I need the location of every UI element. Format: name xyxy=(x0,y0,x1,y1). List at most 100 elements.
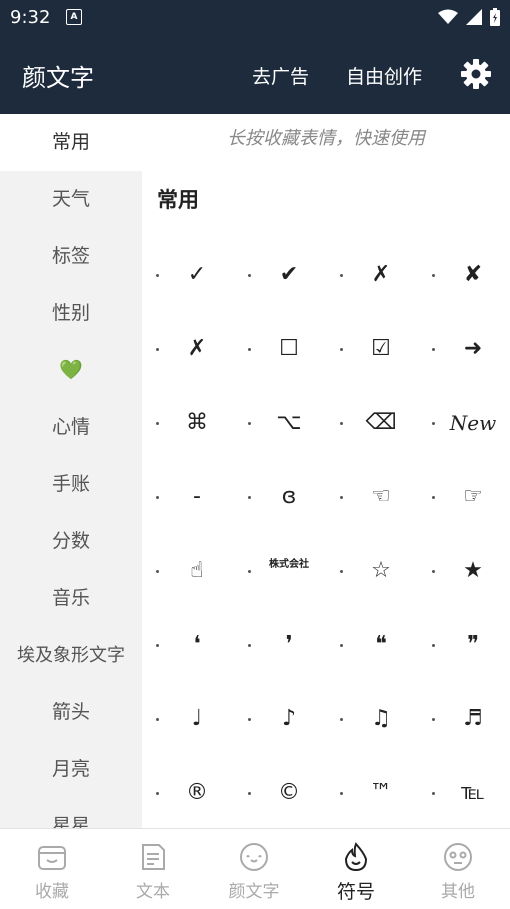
symbol-cell[interactable]: ♫ xyxy=(326,682,418,756)
bullet-dot xyxy=(340,496,343,499)
sidebar-item-heart[interactable]: 💚 xyxy=(0,342,142,399)
bullet-dot xyxy=(432,496,435,499)
bullet-dot xyxy=(340,570,343,573)
bullet-dot xyxy=(340,348,343,351)
symbol-cell[interactable]: ★ xyxy=(418,534,510,608)
symbol-cell[interactable]: ♬ xyxy=(418,682,510,756)
symbol-glyph: ♪ xyxy=(281,706,297,731)
symbol-cell[interactable]: ✗ xyxy=(142,312,234,386)
symbol-glyph: 株式会社 xyxy=(269,559,309,570)
symbol-cell[interactable]: ♩ xyxy=(142,682,234,756)
bullet-dot xyxy=(340,644,343,647)
symbol-cell[interactable]: ✘ xyxy=(418,238,510,312)
symbol-cell[interactable]: ⌫ xyxy=(326,386,418,460)
notification-icon: A xyxy=(66,9,82,25)
symbol-cell[interactable]: ☐ xyxy=(234,312,326,386)
symbol-glyph: New xyxy=(449,411,497,435)
symbol-cell[interactable]: ™ xyxy=(326,756,418,828)
symbol-row: ❛ ❜ ❝ ❞ xyxy=(142,608,510,682)
tab-symbols[interactable]: 符号 xyxy=(306,829,406,909)
sidebar-item-tags[interactable]: 标签 xyxy=(0,228,142,285)
symbol-cell[interactable]: 株式会社 xyxy=(234,534,326,608)
sidebar-item-fractions[interactable]: 分数 xyxy=(0,513,142,570)
sidebar-item-arrows[interactable]: 箭头 xyxy=(0,684,142,741)
tab-favorites[interactable]: 收藏 xyxy=(2,829,102,909)
bullet-dot xyxy=(248,348,251,351)
bullet-dot xyxy=(432,422,435,425)
symbol-row: ® © ™ ℡ xyxy=(142,756,510,828)
gear-icon[interactable] xyxy=(460,58,492,90)
symbol-cell[interactable]: ɞ xyxy=(234,460,326,534)
sidebar-item-weather[interactable]: 天气 xyxy=(0,171,142,228)
symbol-glyph: ⌘ xyxy=(186,410,208,435)
bullet-dot xyxy=(156,792,159,795)
bullet-dot xyxy=(248,718,251,721)
symbol-cell[interactable]: ❞ xyxy=(418,608,510,682)
bullet-dot xyxy=(248,570,251,573)
symbol-glyph: © xyxy=(278,780,300,805)
symbol-cell[interactable]: ☝ xyxy=(142,534,234,608)
symbol-cell[interactable]: New xyxy=(418,386,510,460)
tab-label: 文本 xyxy=(136,882,170,902)
wifi-icon xyxy=(438,9,458,24)
symbol-cell[interactable]: © xyxy=(234,756,326,828)
app-title: 颜文字 xyxy=(22,64,94,92)
sidebar-item-journal[interactable]: 手账 xyxy=(0,456,142,513)
bullet-dot xyxy=(340,792,343,795)
bullet-dot xyxy=(432,644,435,647)
sidebar-item-music[interactable]: 音乐 xyxy=(0,570,142,627)
symbol-cell[interactable]: ❜ xyxy=(234,608,326,682)
sidebar-item-hieroglyphs[interactable]: 埃及象形文字 xyxy=(0,627,142,684)
section-title: 常用 xyxy=(157,188,199,212)
symbol-cell[interactable]: ☜ xyxy=(326,460,418,534)
symbol-glyph: ® xyxy=(186,780,208,805)
symbol-glyph: ✓ xyxy=(187,262,207,287)
symbol-row: ⌘ ⌥ ⌫ New xyxy=(142,386,510,460)
symbol-glyph: ✘ xyxy=(463,262,483,287)
app-bar: 颜文字 去广告 自由创作 xyxy=(0,36,510,114)
remove-ads-button[interactable]: 去广告 xyxy=(252,62,309,89)
tab-text[interactable]: 文本 xyxy=(103,829,203,909)
tab-kaomoji[interactable]: 颜文字 xyxy=(204,829,304,909)
sidebar-item-stars[interactable]: 星星 xyxy=(0,798,142,828)
free-create-button[interactable]: 自由创作 xyxy=(346,62,422,89)
symbol-cell[interactable]: ⌘ xyxy=(142,386,234,460)
symbol-glyph: ✗ xyxy=(187,336,207,361)
symbol-cell[interactable]: ✓ xyxy=(142,238,234,312)
tab-other[interactable]: 其他 xyxy=(408,829,508,909)
bullet-dot xyxy=(340,718,343,721)
symbol-cell[interactable]: ® xyxy=(142,756,234,828)
symbol-cell[interactable]: ☆ xyxy=(326,534,418,608)
symbol-cell[interactable]: ☞ xyxy=(418,460,510,534)
symbol-cell[interactable]: ⌥ xyxy=(234,386,326,460)
symbol-cell[interactable]: ➜ xyxy=(418,312,510,386)
bullet-dot xyxy=(156,274,159,277)
bullet-dot xyxy=(340,422,343,425)
status-time: 9:32 xyxy=(10,7,51,28)
signal-icon xyxy=(466,9,482,25)
symbol-glyph: ♫ xyxy=(371,706,391,731)
symbol-cell[interactable]: - xyxy=(142,460,234,534)
bullet-dot xyxy=(432,718,435,721)
symbol-glyph: ✗ xyxy=(371,262,391,287)
sidebar-item-mood[interactable]: 心情 xyxy=(0,399,142,456)
symbol-cell[interactable]: ♪ xyxy=(234,682,326,756)
tab-label: 符号 xyxy=(336,881,375,903)
sidebar-item-common[interactable]: 常用 xyxy=(0,114,142,171)
symbol-glyph: ❜ xyxy=(285,632,293,657)
symbol-cell[interactable]: ℡ xyxy=(418,756,510,828)
symbol-row: ✗ ☐ ☑ ➜ xyxy=(142,312,510,386)
symbol-glyph: ɞ xyxy=(281,484,297,509)
sidebar-item-gender[interactable]: 性别 xyxy=(0,285,142,342)
tab-label: 颜文字 xyxy=(228,882,280,902)
bullet-dot xyxy=(248,422,251,425)
status-bar: 9:32 A xyxy=(0,0,510,36)
symbol-cell[interactable]: ☑ xyxy=(326,312,418,386)
sidebar-item-moon[interactable]: 月亮 xyxy=(0,741,142,798)
symbol-cell[interactable]: ✔ xyxy=(234,238,326,312)
category-sidebar[interactable]: 常用 天气 标签 性别 💚 心情 手账 分数 音乐 埃及象形文字 箭头 月亮 星… xyxy=(0,114,142,828)
bullet-dot xyxy=(432,792,435,795)
symbol-cell[interactable]: ❛ xyxy=(142,608,234,682)
symbol-cell[interactable]: ✗ xyxy=(326,238,418,312)
symbol-cell[interactable]: ❝ xyxy=(326,608,418,682)
